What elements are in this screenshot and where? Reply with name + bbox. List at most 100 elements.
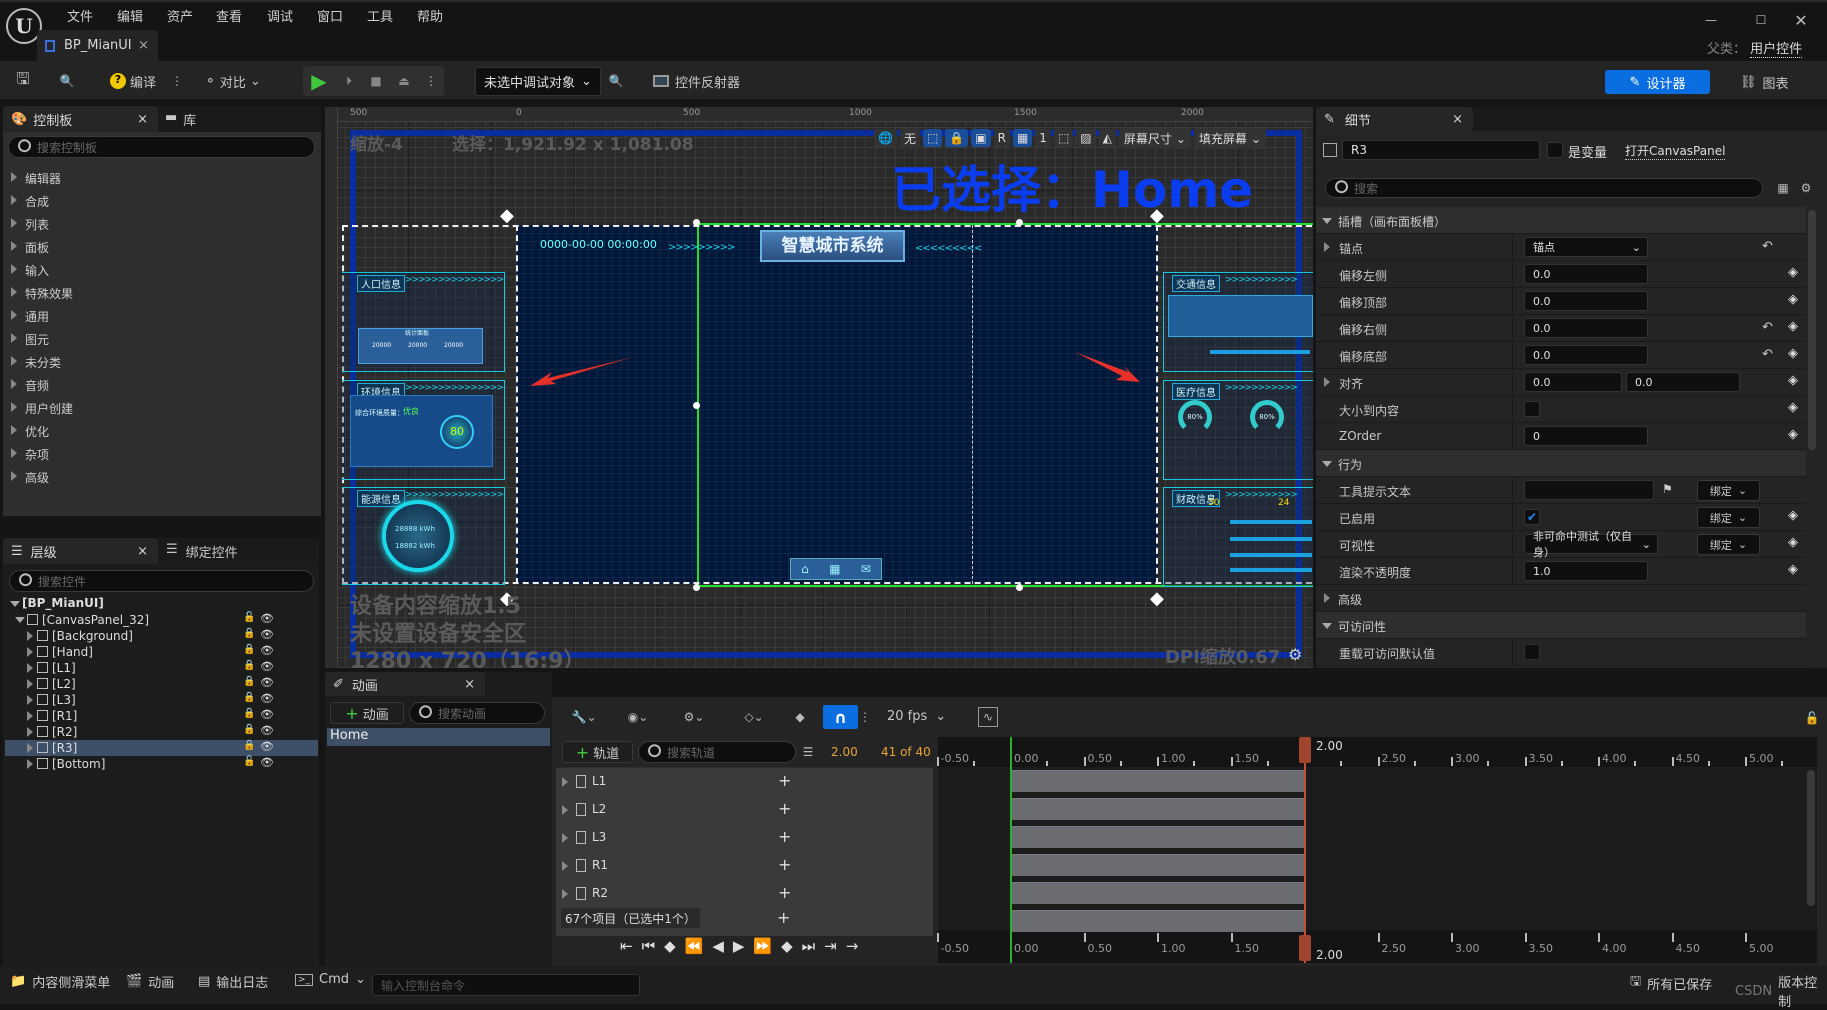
reset-arrow-icon[interactable]: ↶ [1762,320,1773,335]
track-row[interactable]: L2 + [556,796,933,824]
timeline-scrollbar[interactable] [1807,770,1815,906]
section-bar[interactable] [1011,770,1304,792]
start-marker[interactable] [1010,737,1012,963]
palette-category[interactable]: 高级 [3,465,321,488]
tree-item[interactable]: [R3] 🔒 👁 [5,740,318,756]
details-search-input[interactable]: 搜索 [1325,178,1763,198]
step-icon[interactable]: ⏵ [337,69,361,93]
tab-bind-widgets[interactable]: ☰ 绑定控件 [166,542,238,561]
details-section[interactable]: 可访问性 [1316,612,1806,639]
expand-arrow-icon[interactable] [562,805,568,815]
doc-tab-bp-mianui[interactable]: BP_MianUI × [37,30,158,61]
palette-category[interactable]: 输入 [3,258,321,281]
end-marker-handle[interactable] [1299,935,1311,961]
keyframe-add-icon[interactable]: ◈ [1788,401,1802,415]
bind-dropdown[interactable]: 绑定 ⌄ [1697,507,1760,528]
add-animation-button[interactable]: + 动画 [330,702,404,724]
tab-details[interactable]: ✎ 细节 × [1316,107,1473,131]
add-key-plus-icon[interactable]: + [778,855,791,874]
close-icon[interactable]: × [137,112,148,127]
animation-search-input[interactable]: 搜索动画 [409,702,545,724]
dpi-settings-icon[interactable]: ⚙ [1288,645,1302,664]
keyframe-diamond-icon[interactable]: ◇⌄ [736,707,772,727]
palette-category[interactable]: 特殊效果 [3,281,321,304]
eye-icon[interactable]: 👁 [260,660,274,673]
key-diamond-icon[interactable]: ◆ [790,707,810,727]
tree-item[interactable]: [L3] 🔒 👁 [5,692,318,708]
palette-category[interactable]: 编辑器 [3,166,321,189]
localize-flag-icon[interactable]: ⚑ [1662,482,1673,496]
gear-cursor-icon[interactable]: ⚙⌄ [676,707,712,727]
expand-arrow-icon[interactable] [562,861,568,871]
palette-category[interactable]: 图元 [3,327,321,350]
world-icon[interactable]: 🌐 [874,129,897,147]
tree-item[interactable]: [Bottom] 🔓 👁 [5,756,318,772]
tree-item[interactable]: [L1] 🔒 👁 [5,660,318,676]
lock-icon[interactable]: 🔒 [243,660,255,671]
screen-size-dropdown[interactable]: 屏幕尺寸 ⌄ [1118,127,1191,149]
unlock-icon[interactable]: 🔓 [243,756,255,767]
property-checkbox[interactable] [1524,401,1540,417]
palette-category[interactable]: 通用 [3,304,321,327]
tree-item[interactable]: [CanvasPanel_32] 🔓 👁 [5,612,318,628]
track-row[interactable]: R1 + [556,852,933,880]
palette-search-input[interactable]: 搜索控制板 [8,136,315,158]
lock-icon[interactable]: 🔒 [243,708,255,719]
section-bar[interactable] [1011,798,1304,820]
section-bar[interactable] [1011,854,1304,876]
menu-7[interactable]: 帮助 [417,6,443,25]
tree-item[interactable]: [R1] 🔒 👁 [5,708,318,724]
lock-icon[interactable]: 🔒 [945,129,969,147]
save-icon[interactable]: 🖫 [12,69,34,92]
menu-3[interactable]: 查看 [216,6,242,25]
debug-browse-icon[interactable]: 🔍 [607,70,625,92]
tab-hierarchy[interactable]: ☰ 层级 × [3,538,158,564]
eye-icon[interactable]: 👁 [260,692,274,705]
expand-arrow-icon[interactable] [1324,242,1330,252]
tree-item[interactable]: [Background] 🔒 👁 [5,628,318,644]
lock-icon[interactable]: 🔒 [243,692,255,703]
play-icon[interactable]: ▶ [307,69,331,93]
play-options-icon[interactable]: ⋮ [424,69,438,93]
grid-icon[interactable]: ▦ [1012,129,1033,147]
save-status[interactable]: 🖫 所有已保存 [1630,972,1712,994]
eye-icon[interactable]: 👁 [260,724,274,737]
property-value-input[interactable]: 0.0 [1524,345,1648,365]
loop-icon[interactable]: → [846,937,859,955]
eye-icon[interactable]: 👁 [260,676,274,689]
expand-arrow-icon[interactable] [1324,377,1330,387]
property-value-input-2[interactable]: 0.0 [1626,372,1740,392]
browse-icon[interactable]: 🔍 [56,70,78,92]
property-value-input[interactable]: 0.0 [1524,264,1648,284]
curve-editor-icon[interactable]: ∿ [978,707,998,727]
bind-dropdown[interactable]: 绑定 ⌄ [1697,480,1760,501]
tree-item[interactable]: [Hand] 🔒 👁 [5,644,318,660]
add-key-plus-icon[interactable]: + [778,799,791,818]
eye-icon[interactable]: 👁 [260,756,274,769]
property-value-input[interactable]: 0 [1524,426,1648,446]
output-log-button[interactable]: ▤ 输出日志 [198,972,268,991]
tab-animations[interactable]: ✐ 动画 × [325,672,485,696]
wrench-icon[interactable]: 🔧⌄ [566,707,602,727]
palette-category[interactable]: 音频 [3,373,321,396]
details-section[interactable]: 插槽（画布面板槽） [1316,207,1806,234]
source-control-button[interactable]: CSDN 版本控制 [1735,972,1827,1010]
track-row[interactable]: L3 + [556,824,933,852]
fps-dropdown[interactable]: 20 fps ⌄ [887,709,946,724]
add-key-plus-icon[interactable]: + [778,827,791,846]
keyframe-add-icon[interactable]: ◈ [1788,266,1802,280]
widget-reflector-button[interactable]: 控件反射器 [653,70,740,92]
step-back-icon[interactable]: ⏪ [685,937,704,955]
select-icon[interactable]: ⬚ [1053,129,1074,147]
r-toggle[interactable]: R [993,129,1010,147]
hierarchy-search-input[interactable]: 搜索控件 [9,570,314,592]
palette-category[interactable]: 杂项 [3,442,321,465]
lock-icon[interactable]: 🔒 [243,724,255,735]
details-scrollbar[interactable] [1808,210,1816,450]
menu-1[interactable]: 编辑 [117,6,143,25]
playhead-line[interactable] [1304,737,1306,963]
next-key-icon[interactable]: ⏭ [802,937,816,955]
add-key-plus-icon[interactable]: + [778,771,791,790]
tree-root[interactable]: [BP_MianUI] [8,596,308,612]
local-icon[interactable]: ▣ [971,129,991,147]
